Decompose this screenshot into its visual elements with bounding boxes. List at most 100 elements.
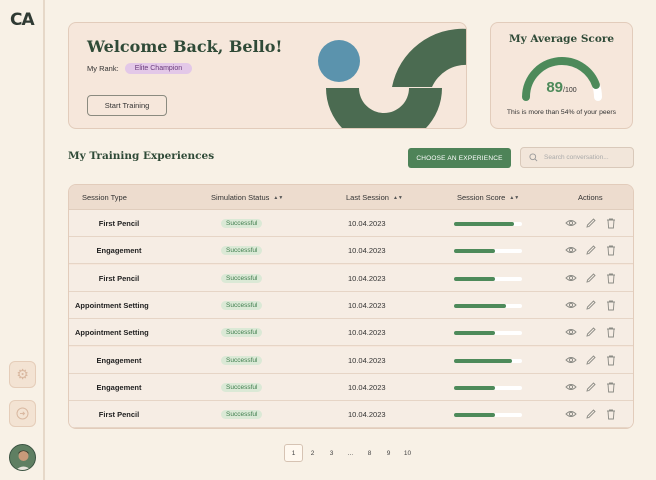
pencil-icon bbox=[585, 272, 597, 284]
eye-icon bbox=[565, 408, 577, 420]
pencil-icon bbox=[585, 244, 597, 256]
start-training-button[interactable]: Start Training bbox=[87, 95, 167, 116]
last-session-date: 10.04.2023 bbox=[348, 328, 386, 338]
pencil-icon bbox=[585, 408, 597, 420]
avatar-icon bbox=[10, 445, 35, 470]
edit-button[interactable] bbox=[585, 217, 597, 229]
last-session-date: 10.04.2023 bbox=[348, 410, 386, 420]
eye-icon bbox=[565, 272, 577, 284]
session-score-bar bbox=[454, 413, 522, 418]
delete-button[interactable] bbox=[605, 272, 617, 284]
search-input[interactable] bbox=[544, 154, 630, 161]
view-button[interactable] bbox=[565, 381, 577, 393]
training-table: Session Type Simulation Status ▲▼ Last Se… bbox=[68, 184, 634, 429]
sort-icon: ▲▼ bbox=[509, 194, 520, 201]
delete-button[interactable] bbox=[605, 381, 617, 393]
table-row: Engagement Successful 10.04.2023 bbox=[69, 373, 633, 401]
page-3[interactable]: 3 bbox=[322, 444, 341, 462]
edit-button[interactable] bbox=[585, 272, 597, 284]
pencil-icon bbox=[585, 217, 597, 229]
page-8[interactable]: 8 bbox=[360, 444, 379, 462]
status-badge: Successful bbox=[221, 246, 263, 256]
header-actions: Actions bbox=[578, 193, 603, 202]
welcome-title: Welcome Back, Bello! bbox=[87, 37, 283, 56]
table-row: Engagement Successful 10.04.2023 bbox=[69, 346, 633, 374]
session-score-bar bbox=[454, 276, 522, 281]
delete-button[interactable] bbox=[605, 299, 617, 311]
edit-button[interactable] bbox=[585, 408, 597, 420]
status-badge: Successful bbox=[221, 410, 263, 420]
logout-icon bbox=[16, 407, 29, 420]
status-badge: Successful bbox=[221, 355, 263, 365]
eye-icon bbox=[565, 381, 577, 393]
score-value: 89/100 bbox=[546, 79, 577, 96]
rank-label: My Rank: bbox=[87, 64, 119, 73]
last-session-date: 10.04.2023 bbox=[348, 219, 386, 228]
rank-badge: Elite Champion bbox=[124, 63, 193, 74]
row-actions bbox=[565, 217, 617, 229]
eye-icon bbox=[565, 244, 577, 256]
settings-button[interactable]: ⚙ bbox=[9, 361, 36, 388]
row-actions bbox=[565, 408, 617, 420]
rank-row: My Rank: Elite Champion bbox=[87, 63, 193, 74]
search-box[interactable] bbox=[520, 147, 634, 168]
eye-icon bbox=[565, 217, 577, 229]
gear-icon: ⚙ bbox=[16, 366, 29, 382]
session-type: Appointment Setting bbox=[75, 328, 149, 338]
edit-button[interactable] bbox=[585, 381, 597, 393]
session-type: Engagement bbox=[96, 382, 142, 392]
user-avatar[interactable] bbox=[9, 444, 36, 471]
view-button[interactable] bbox=[565, 408, 577, 420]
status-badge: Successful bbox=[221, 219, 263, 228]
welcome-card: Welcome Back, Bello! My Rank: Elite Cham… bbox=[68, 22, 467, 129]
view-button[interactable] bbox=[565, 354, 577, 366]
header-last-session[interactable]: Last Session ▲▼ bbox=[346, 193, 403, 202]
page-10[interactable]: 10 bbox=[398, 444, 417, 462]
last-session-date: 10.04.2023 bbox=[348, 355, 386, 365]
score-title: My Average Score bbox=[508, 33, 615, 45]
status-badge: Successful bbox=[221, 300, 263, 310]
session-type: Engagement bbox=[96, 355, 142, 365]
search-icon bbox=[529, 153, 538, 162]
last-session-date: 10.04.2023 bbox=[348, 273, 386, 283]
delete-button[interactable] bbox=[605, 408, 617, 420]
pencil-icon bbox=[585, 381, 597, 393]
section-title: My Training Experiences bbox=[68, 150, 215, 162]
view-button[interactable] bbox=[565, 326, 577, 338]
logout-button[interactable] bbox=[9, 400, 36, 427]
table-row: Engagement Successful 10.04.2023 bbox=[69, 237, 633, 265]
pencil-icon bbox=[585, 354, 597, 366]
page-9[interactable]: 9 bbox=[379, 444, 398, 462]
session-type: First Pencil bbox=[98, 273, 140, 283]
page-1[interactable]: 1 bbox=[284, 444, 303, 462]
view-button[interactable] bbox=[565, 299, 577, 311]
view-button[interactable] bbox=[565, 272, 577, 284]
header-simulation-status[interactable]: Simulation Status ▲▼ bbox=[211, 193, 283, 202]
score-note: This is more than 54% of your peers bbox=[506, 109, 617, 116]
last-session-date: 10.04.2023 bbox=[348, 382, 386, 392]
view-button[interactable] bbox=[565, 244, 577, 256]
header-session-score[interactable]: Session Score ▲▼ bbox=[457, 193, 519, 202]
delete-button[interactable] bbox=[605, 326, 617, 338]
trash-icon bbox=[605, 244, 617, 256]
table-row: Appointment Setting Successful 10.04.2023 bbox=[69, 291, 633, 319]
decorative-shapes bbox=[318, 28, 466, 128]
delete-button[interactable] bbox=[605, 217, 617, 229]
row-actions bbox=[565, 326, 617, 338]
header-session-type: Session Type bbox=[82, 193, 127, 202]
row-actions bbox=[565, 354, 617, 366]
delete-button[interactable] bbox=[605, 244, 617, 256]
edit-button[interactable] bbox=[585, 354, 597, 366]
row-actions bbox=[565, 381, 617, 393]
sort-icon: ▲▼ bbox=[273, 194, 284, 201]
edit-button[interactable] bbox=[585, 326, 597, 338]
edit-button[interactable] bbox=[585, 244, 597, 256]
session-type: First Pencil bbox=[98, 219, 140, 228]
view-button[interactable] bbox=[565, 217, 577, 229]
page-2[interactable]: 2 bbox=[303, 444, 322, 462]
choose-experience-button[interactable]: CHOOSE AN EXPERIENCE bbox=[408, 148, 511, 168]
session-type: Engagement bbox=[96, 246, 142, 256]
pencil-icon bbox=[585, 326, 597, 338]
delete-button[interactable] bbox=[605, 354, 617, 366]
edit-button[interactable] bbox=[585, 299, 597, 311]
